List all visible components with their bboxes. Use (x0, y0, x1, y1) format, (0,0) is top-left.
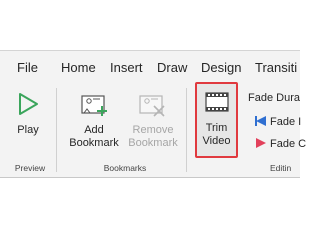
fade-in-control[interactable]: Fade I (255, 115, 301, 128)
play-button[interactable]: Play (10, 92, 46, 137)
remove-bookmark-label-2: Bookmark (128, 137, 178, 149)
remove-bookmark-button[interactable]: Remove Bookmark (124, 92, 182, 150)
add-bookmark-label-2: Bookmark (69, 137, 119, 149)
fade-duration-label: Fade Dura (248, 92, 300, 104)
add-bookmark-icon (81, 95, 107, 116)
tab-insert[interactable]: Insert (110, 60, 143, 75)
ribbon-tabs: File Home Insert Draw Design Transiti (0, 56, 300, 82)
fade-in-label: Fade I (270, 116, 302, 128)
tab-design[interactable]: Design (201, 60, 241, 75)
tab-file[interactable]: File (17, 60, 38, 75)
fade-in-icon (255, 116, 266, 126)
fade-out-control[interactable]: Fade C (255, 137, 306, 150)
tab-home[interactable]: Home (61, 60, 96, 75)
add-bookmark-button[interactable]: Add Bookmark (66, 92, 122, 150)
group-separator (56, 88, 57, 172)
group-label-bookmarks: Bookmarks (103, 163, 147, 173)
play-icon (19, 93, 38, 115)
trim-video-button[interactable]: Trim Video (197, 90, 236, 148)
remove-bookmark-icon (139, 95, 165, 117)
trim-video-label-2: Video (202, 135, 231, 147)
group-separator (186, 88, 187, 172)
fade-out-label: Fade C (270, 138, 307, 150)
trim-video-icon (205, 92, 229, 112)
group-label-editing: Editin (270, 163, 292, 173)
tab-draw[interactable]: Draw (157, 60, 187, 75)
group-label-preview: Preview (14, 163, 46, 173)
tab-transitions[interactable]: Transiti (255, 60, 297, 75)
fade-out-icon (256, 138, 266, 148)
